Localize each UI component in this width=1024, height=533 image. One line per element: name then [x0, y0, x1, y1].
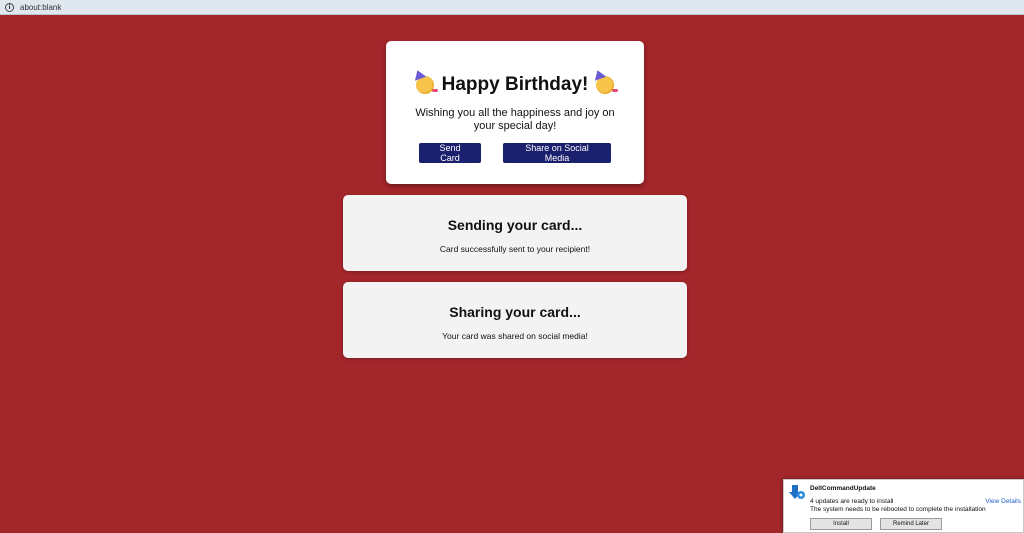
- view-details-link[interactable]: View Details: [985, 498, 1021, 505]
- dell-command-update-icon: [789, 485, 805, 499]
- send-card-button[interactable]: Send Card: [419, 143, 481, 163]
- birthday-title: Happy Birthday!: [441, 74, 589, 95]
- sending-status-text: Card successfully sent to your recipient…: [439, 244, 591, 254]
- sharing-status-card: Sharing your card... Your card was share…: [343, 282, 687, 358]
- sending-title: Sending your card...: [447, 217, 583, 233]
- notification-line-1: 4 updates are ready to install: [810, 498, 894, 505]
- sharing-title: Sharing your card...: [449, 304, 581, 320]
- notification-line-2: The system needs to be rebooted to compl…: [810, 506, 986, 513]
- update-notification[interactable]: DellCommandUpdate 4 updates are ready to…: [783, 479, 1024, 533]
- sharing-status-text: Your card was shared on social media!: [442, 331, 588, 341]
- browser-address-bar[interactable]: i about:blank: [0, 0, 1024, 15]
- sending-status-card: Sending your card... Card successfully s…: [343, 195, 687, 271]
- address-text[interactable]: about:blank: [20, 3, 61, 12]
- birthday-title-row: Happy Birthday!: [386, 74, 644, 96]
- install-button[interactable]: Install: [810, 518, 872, 530]
- remind-later-button[interactable]: Remind Later: [880, 518, 942, 530]
- info-icon[interactable]: i: [5, 2, 14, 12]
- notification-app-name: DellCommandUpdate: [810, 485, 876, 492]
- birthday-message: Wishing you all the happiness and joy on…: [415, 107, 615, 132]
- party-face-icon: [415, 76, 438, 94]
- party-face-icon: [596, 76, 619, 94]
- share-social-button[interactable]: Share on Social Media: [503, 143, 611, 163]
- card-actions: Send Card Share on Social Media: [386, 143, 644, 163]
- birthday-card: Happy Birthday! Wishing you all the happ…: [386, 41, 644, 184]
